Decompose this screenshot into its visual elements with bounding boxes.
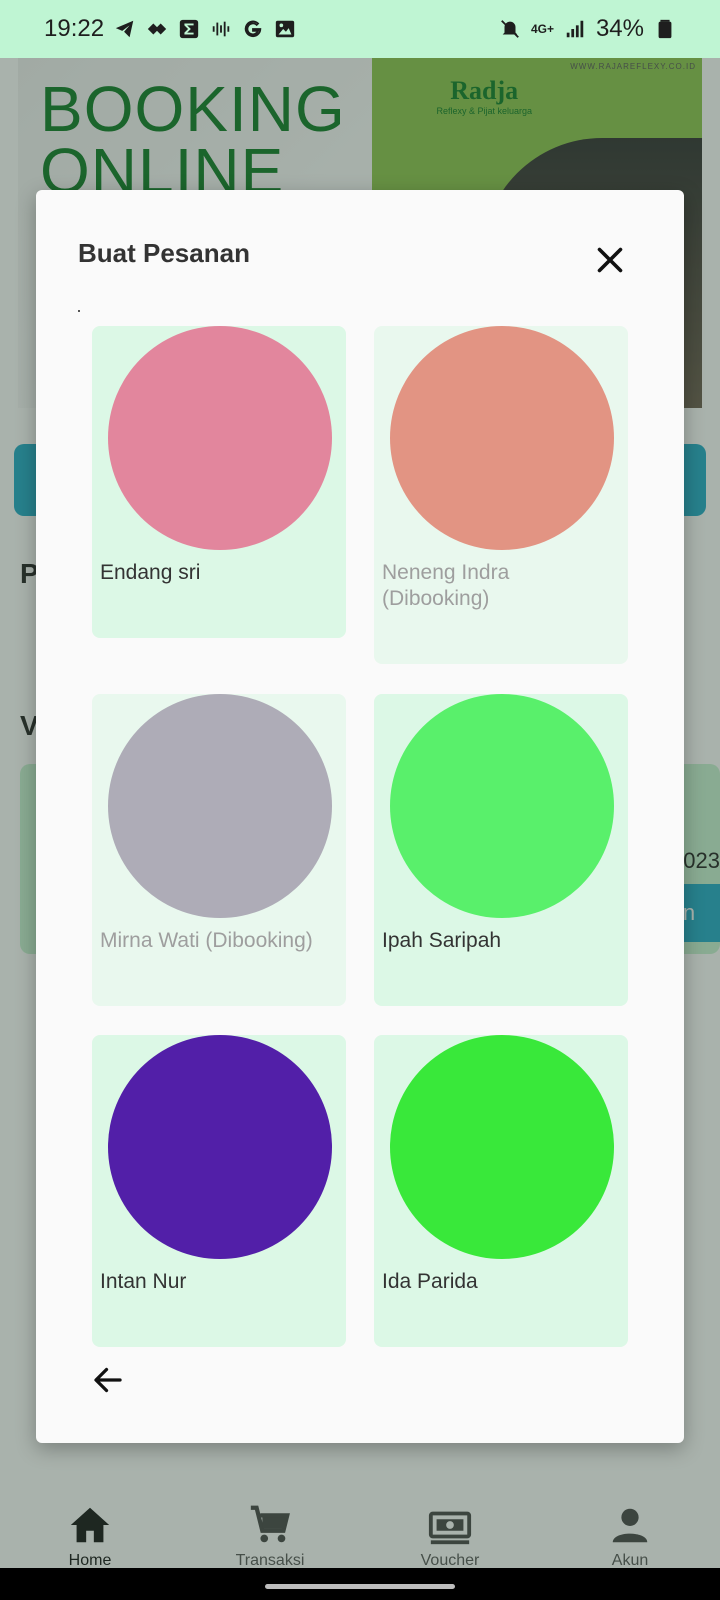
- battery-level: 34%: [595, 15, 644, 42]
- close-icon: [597, 247, 623, 273]
- battery-icon: [654, 18, 676, 40]
- therapist-avatar: [108, 1035, 332, 1259]
- diamond-icon: [146, 18, 168, 40]
- back-button[interactable]: [90, 1362, 126, 1398]
- therapist-card[interactable]: Mirna Wati (Dibooking): [92, 694, 346, 1006]
- booking-dialog: Buat Pesanan Endang sri Neneng Indra (Di…: [36, 190, 684, 1443]
- divider-dot: [78, 310, 80, 312]
- telegram-icon: [114, 18, 136, 40]
- therapist-card[interactable]: Ipah Saripah: [374, 694, 628, 1006]
- therapist-card[interactable]: Neneng Indra (Dibooking): [374, 326, 628, 664]
- dialog-title: Buat Pesanan: [78, 238, 250, 268]
- therapist-avatar: [390, 694, 614, 918]
- network-type: 4G+: [530, 21, 554, 36]
- therapist-name: Neneng Indra (Dibooking): [382, 561, 510, 610]
- therapist-name: Intan Nur: [100, 1270, 187, 1293]
- close-button[interactable]: [592, 242, 628, 278]
- google-icon: [242, 18, 264, 40]
- status-time: 19:22: [44, 15, 105, 42]
- therapist-card[interactable]: Endang sri: [92, 326, 346, 638]
- arrow-left-icon: [94, 1367, 122, 1393]
- signal-icon: [564, 18, 586, 40]
- therapist-name: Mirna Wati (Dibooking): [100, 929, 313, 952]
- therapist-name: Ipah Saripah: [382, 929, 502, 952]
- system-navigation-bar: [0, 1568, 720, 1600]
- therapist-name: Endang sri: [100, 561, 201, 584]
- image-icon: [274, 18, 296, 40]
- therapist-avatar: [390, 326, 614, 550]
- therapist-avatar: [390, 1035, 614, 1259]
- therapist-avatar: [108, 326, 332, 550]
- therapist-avatar: [108, 694, 332, 918]
- home-gesture-pill[interactable]: [265, 1584, 455, 1589]
- therapist-card[interactable]: Ida Parida: [374, 1035, 628, 1347]
- therapist-name: Ida Parida: [382, 1270, 478, 1293]
- status-bar: 19:22 4G+ 34%: [0, 0, 720, 58]
- voice-icon: [210, 18, 232, 40]
- sigma-icon: [178, 18, 200, 40]
- therapist-card[interactable]: Intan Nur: [92, 1035, 346, 1347]
- mute-icon: [499, 18, 521, 40]
